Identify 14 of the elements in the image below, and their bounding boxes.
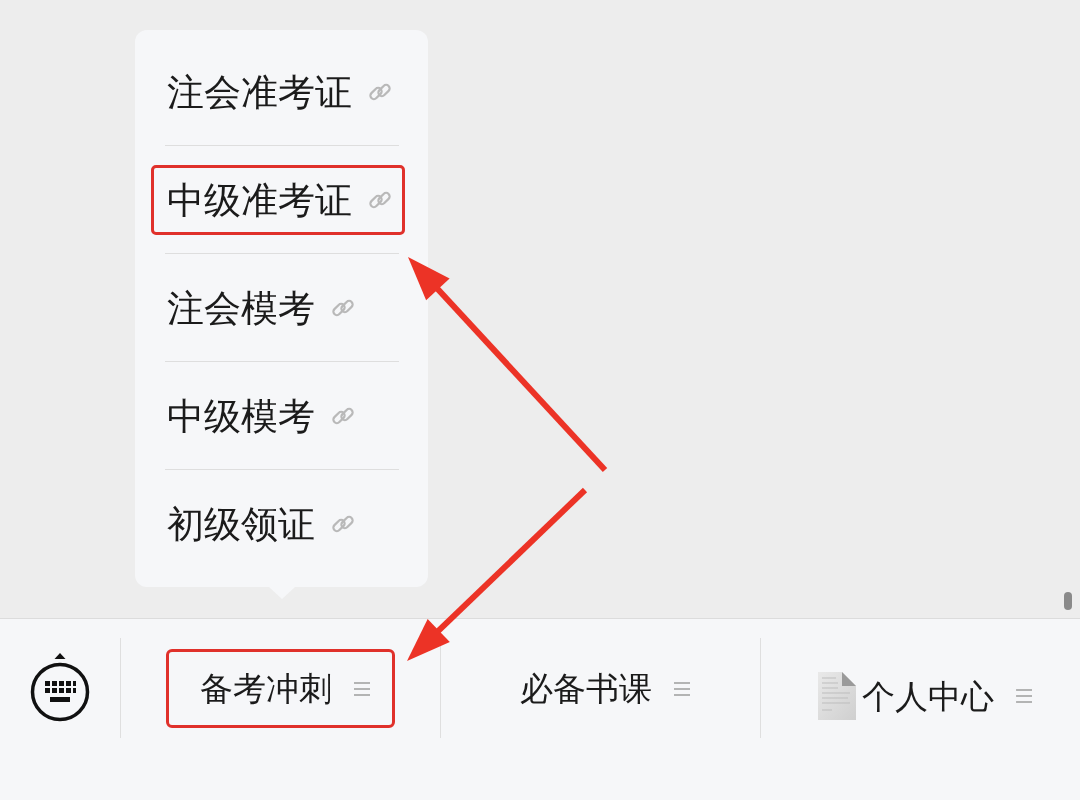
keyboard-icon[interactable] [29, 653, 91, 723]
popup-menu-item[interactable]: 注会模考 [151, 273, 405, 343]
scroll-indicator [1064, 592, 1072, 610]
menu-lines-icon [674, 681, 690, 696]
popup-menu-item[interactable]: 中级准考证 [151, 165, 405, 235]
menu-tab[interactable]: 个人中心 [784, 649, 1057, 743]
popup-menu-item[interactable]: 注会准考证 [151, 57, 405, 127]
menu-tab[interactable]: 必备书课 [486, 649, 715, 728]
popup-menu-item[interactable]: 中级模考 [151, 381, 405, 451]
document-icon [818, 672, 856, 720]
popup-menu-item[interactable]: 初级领证 [151, 489, 405, 559]
menu-lines-icon [1016, 689, 1032, 703]
menu-lines-icon [354, 681, 370, 696]
menu-tab[interactable]: 备考冲刺 [166, 649, 395, 728]
